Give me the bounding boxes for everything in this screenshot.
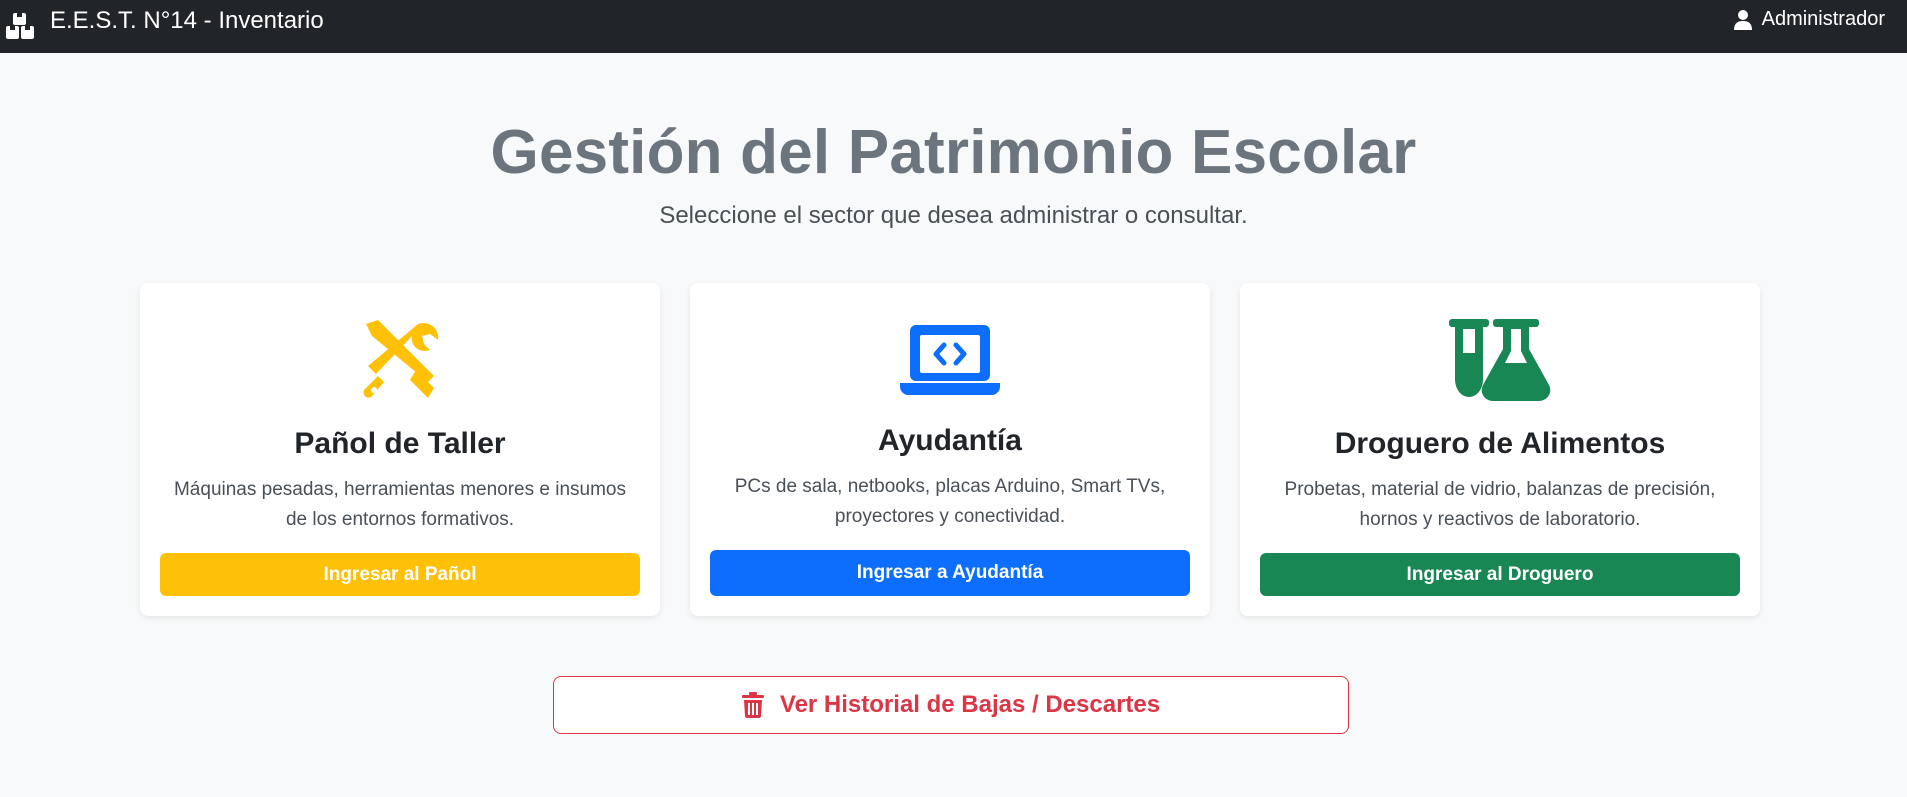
boxes-icon <box>4 11 36 43</box>
flask-vial-icon <box>1445 319 1555 401</box>
tools-icon <box>345 319 455 401</box>
enter-panol-button[interactable]: Ingresar al Pañol <box>160 553 640 596</box>
disposal-history-button[interactable]: Ver Historial de Bajas / Descartes <box>553 676 1349 734</box>
trash-icon <box>741 692 764 718</box>
card-ayudantia: Ayudantía PCs de sala, netbooks, placas … <box>690 283 1210 616</box>
card-description: Máquinas pesadas, herramientas menores e… <box>173 479 626 530</box>
card-description: PCs de sala, netbooks, placas Arduino, S… <box>734 476 1166 528</box>
card-title: Ayudantía <box>878 424 1022 458</box>
card-panol: Pañol de Taller Máquinas pesadas, herram… <box>140 283 660 616</box>
page-title: Gestión del Patrimonio Escolar <box>490 118 1417 187</box>
enter-droguero-button[interactable]: Ingresar al Droguero <box>1260 553 1740 596</box>
brand-link[interactable]: E.E.S.T. N°14 - Inventario <box>4 6 324 43</box>
card-description: Probetas, material de vidrio, balanzas d… <box>1284 479 1716 530</box>
laptop-code-icon <box>895 319 1005 398</box>
enter-ayudantia-button[interactable]: Ingresar a Ayudantía <box>710 550 1190 596</box>
sector-cards: Pañol de Taller Máquinas pesadas, herram… <box>140 283 1760 616</box>
card-droguero: Droguero de Alimentos Probetas, material… <box>1240 283 1760 616</box>
brand-title: E.E.S.T. N°14 - Inventario <box>50 6 324 34</box>
card-title: Pañol de Taller <box>294 427 506 460</box>
user-menu[interactable]: Administrador <box>1733 8 1885 31</box>
card-title: Droguero de Alimentos <box>1334 427 1666 460</box>
hero-section: Gestión del Patrimonio Escolar Seleccion… <box>0 118 1907 230</box>
user-name: Administrador <box>1761 8 1885 30</box>
disposal-history-label: Ver Historial de Bajas / Descartes <box>779 691 1161 718</box>
user-icon <box>1733 9 1752 31</box>
page-subtitle: Seleccione el sector que desea administr… <box>659 202 1248 229</box>
top-navbar: E.E.S.T. N°14 - Inventario Administrador <box>0 0 1907 53</box>
